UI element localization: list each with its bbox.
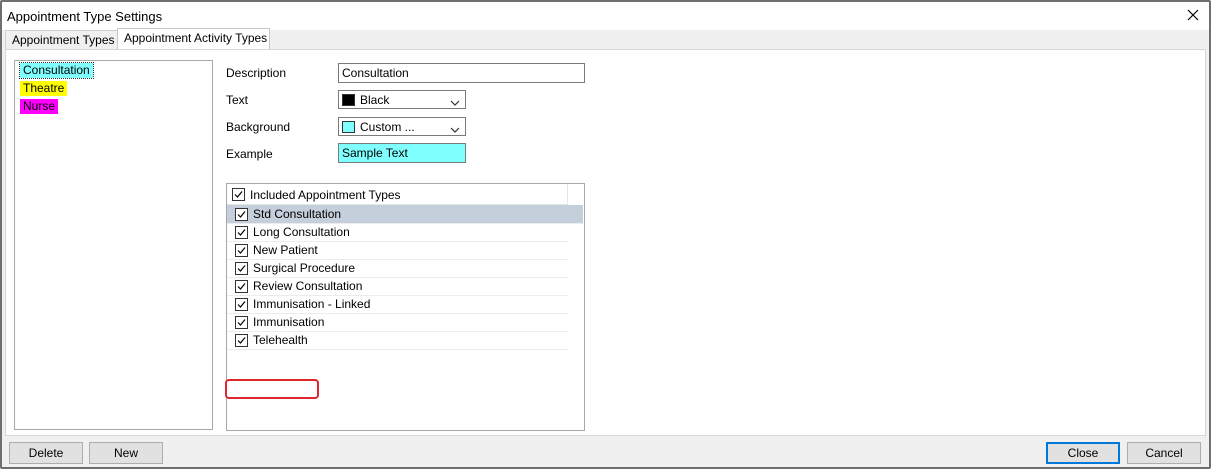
- list-item-theatre[interactable]: Theatre: [20, 81, 68, 96]
- checkbox[interactable]: [235, 334, 248, 347]
- column-divider: [567, 184, 568, 204]
- list-item-label: Theatre: [23, 81, 65, 95]
- text-color-dropdown[interactable]: Black: [338, 90, 466, 109]
- list-item[interactable]: Telehealth: [227, 331, 568, 350]
- background-color-dropdown[interactable]: Custom ...: [338, 117, 466, 136]
- text-color-value: Black: [360, 93, 390, 107]
- list-header: Included Appointment Types: [227, 184, 568, 205]
- activity-types-panel: Consultation Theatre Nurse Description C…: [5, 49, 1206, 436]
- dialog-footer: Delete New Close Cancel: [2, 436, 1209, 467]
- list-item[interactable]: Immunisation: [227, 313, 568, 332]
- list-item[interactable]: Long Consultation: [227, 223, 568, 242]
- list-item-label: Immunisation - Linked: [253, 297, 371, 311]
- cancel-button-label: Cancel: [1145, 446, 1183, 460]
- list-item-label: Consultation: [23, 63, 90, 77]
- background-color-value: Custom ...: [360, 120, 415, 134]
- checkbox[interactable]: [235, 208, 248, 221]
- cancel-button[interactable]: Cancel: [1127, 442, 1201, 464]
- new-button-label: New: [113, 446, 138, 460]
- checkbox[interactable]: [235, 316, 248, 329]
- telehealth-highlight-box: [225, 379, 319, 399]
- example-preview: Sample Text: [338, 143, 466, 163]
- tab-label: Appointment Types: [12, 33, 115, 47]
- tab-appointment-activity-types[interactable]: Appointment Activity Types: [117, 28, 270, 50]
- example-label: Example: [226, 147, 273, 161]
- background-label: Background: [226, 120, 291, 134]
- delete-button[interactable]: Delete: [9, 442, 83, 464]
- text-color-swatch: [342, 94, 355, 106]
- checkbox[interactable]: [235, 226, 248, 239]
- new-button[interactable]: New: [89, 442, 163, 464]
- description-label: Description: [226, 66, 287, 80]
- delete-button-label: Delete: [28, 446, 64, 460]
- list-item[interactable]: New Patient: [227, 241, 568, 260]
- list-item-label: Immunisation: [253, 315, 325, 329]
- list-item-label: Review Consultation: [253, 279, 363, 293]
- checkbox[interactable]: [235, 244, 248, 257]
- chevron-down-icon: [450, 122, 460, 133]
- header-label: Included Appointment Types: [250, 188, 401, 202]
- checkbox[interactable]: [235, 280, 248, 293]
- list-item[interactable]: Surgical Procedure: [227, 259, 568, 278]
- list-item-label: Nurse: [23, 99, 56, 113]
- checkbox[interactable]: [235, 298, 248, 311]
- description-field[interactable]: Consultation: [338, 63, 585, 83]
- list-item-label: Std Consultation: [253, 207, 342, 221]
- list-item[interactable]: Immunisation - Linked: [227, 295, 568, 314]
- close-button[interactable]: Close: [1046, 442, 1120, 464]
- tab-appointment-types[interactable]: Appointment Types: [5, 30, 120, 49]
- example-text: Sample Text: [342, 146, 408, 160]
- list-item-label: Long Consultation: [253, 225, 350, 239]
- list-item-label: New Patient: [253, 243, 318, 257]
- list-item[interactable]: Review Consultation: [227, 277, 568, 296]
- title-bar: Appointment Type Settings: [2, 2, 1209, 30]
- header-checkbox[interactable]: [232, 188, 245, 201]
- list-item-label: Telehealth: [253, 333, 308, 347]
- appointment-type-settings-window: Appointment Type Settings Appointment Ty…: [0, 0, 1211, 469]
- list-item-consultation[interactable]: Consultation: [19, 62, 94, 79]
- close-icon[interactable]: [1183, 5, 1203, 25]
- list-item[interactable]: Std Consultation: [227, 205, 583, 224]
- description-value: Consultation: [342, 66, 409, 80]
- list-item-nurse[interactable]: Nurse: [20, 99, 59, 114]
- background-color-swatch: [342, 121, 355, 133]
- list-item-label: Surgical Procedure: [253, 261, 356, 275]
- chevron-down-icon: [450, 95, 460, 106]
- tab-label: Appointment Activity Types: [124, 31, 268, 45]
- close-button-label: Close: [1067, 446, 1099, 460]
- window-title: Appointment Type Settings: [7, 9, 163, 24]
- activity-type-list[interactable]: Consultation Theatre Nurse: [14, 60, 213, 430]
- text-label: Text: [226, 93, 249, 107]
- checkbox[interactable]: [235, 262, 248, 275]
